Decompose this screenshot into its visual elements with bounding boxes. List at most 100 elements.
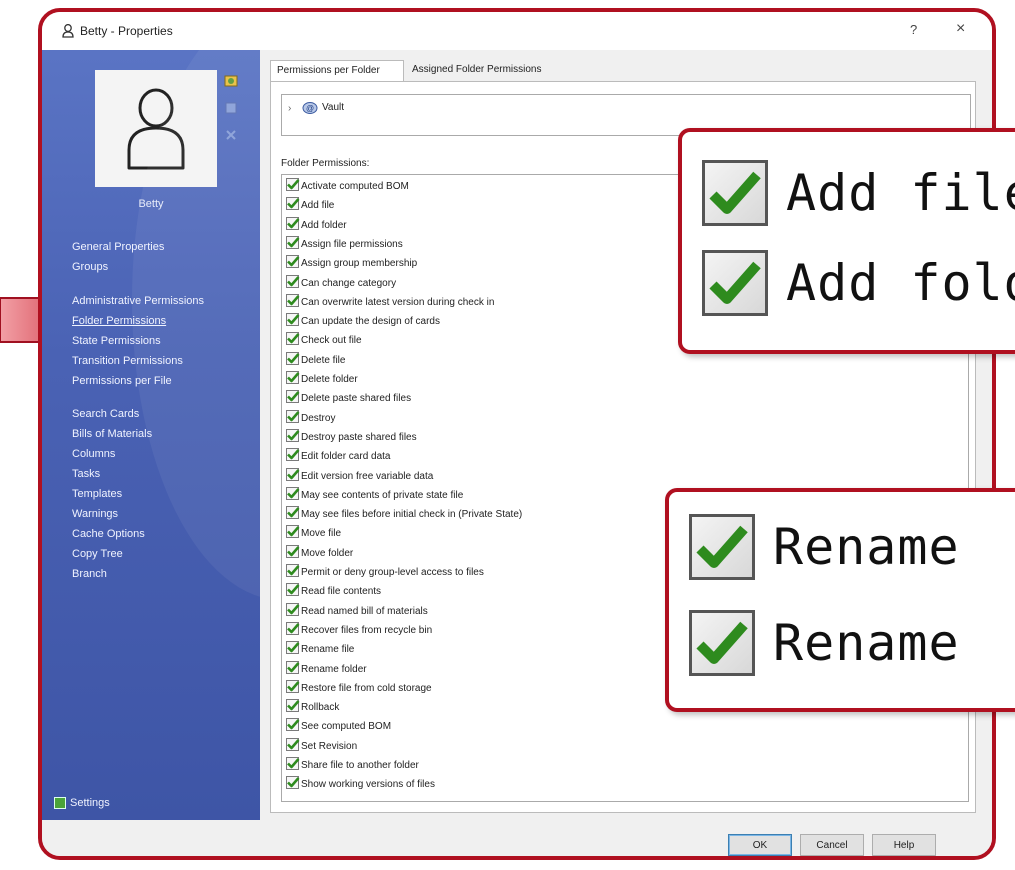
ok-button[interactable]: OK xyxy=(728,834,792,856)
sidebar-item-copy-tree[interactable]: Copy Tree xyxy=(72,548,123,560)
permission-row[interactable]: May see files before initial check in (P… xyxy=(286,506,522,522)
sidebar-item-transition-permissions[interactable]: Transition Permissions xyxy=(72,355,183,367)
sidebar-item-general-properties[interactable]: General Properties xyxy=(72,241,164,253)
checkbox-checked[interactable] xyxy=(286,351,300,365)
checkbox-checked[interactable] xyxy=(286,544,300,558)
permission-row[interactable]: Restore file from cold storage xyxy=(286,679,432,696)
chevron-right-icon[interactable]: › xyxy=(288,103,291,114)
checkbox-checked[interactable] xyxy=(286,757,300,770)
permission-label: See computed BOM xyxy=(301,721,392,733)
checkbox-checked[interactable] xyxy=(286,467,300,481)
permission-row[interactable]: Recover files from recycle bin xyxy=(286,621,432,638)
permission-row[interactable]: Read named bill of materials xyxy=(286,602,428,619)
change-picture-icon[interactable] xyxy=(224,74,238,88)
permission-row[interactable]: Move file xyxy=(286,525,341,541)
checkbox-checked[interactable] xyxy=(286,486,300,500)
sidebar-item-templates[interactable]: Templates xyxy=(72,488,122,500)
checkbox-checked[interactable] xyxy=(286,274,300,288)
permission-row[interactable]: Rename folder xyxy=(286,660,367,677)
settings-link[interactable]: Settings xyxy=(54,797,110,810)
checkbox-checked[interactable] xyxy=(286,506,300,520)
checkbox-checked[interactable] xyxy=(286,409,300,423)
checkbox-checked[interactable] xyxy=(286,525,300,539)
permission-row[interactable]: Check out file xyxy=(286,332,362,348)
checkbox-checked[interactable] xyxy=(286,679,300,693)
checkbox-checked[interactable] xyxy=(286,197,300,211)
permission-label: Destroy xyxy=(301,412,336,424)
help-button[interactable]: Help xyxy=(872,834,936,856)
permission-row[interactable]: Move folder xyxy=(286,544,353,561)
sidebar-item-warnings[interactable]: Warnings xyxy=(72,508,118,520)
checkbox-checked[interactable] xyxy=(286,255,300,269)
checkbox-checked[interactable] xyxy=(286,621,300,635)
permission-row[interactable]: Add file xyxy=(286,197,334,213)
help-icon[interactable]: ? xyxy=(910,22,917,37)
sidebar-item-columns[interactable]: Columns xyxy=(72,448,115,460)
save-picture-icon[interactable] xyxy=(224,101,238,115)
permission-row[interactable]: Rename file xyxy=(286,641,354,657)
checkbox-checked[interactable] xyxy=(286,660,300,674)
permission-row[interactable]: Can update the design of cards xyxy=(286,313,440,329)
permission-row[interactable]: Rollback xyxy=(286,699,339,715)
sidebar-item-bills-of-materials[interactable]: Bills of Materials xyxy=(72,428,152,440)
sidebar-item-state-permissions[interactable]: State Permissions xyxy=(72,335,161,347)
permission-row[interactable]: See computed BOM xyxy=(286,718,391,734)
avatar[interactable] xyxy=(95,70,217,187)
checkbox-checked[interactable] xyxy=(286,371,300,384)
tab-permissions-per-folder[interactable]: Permissions per Folder xyxy=(270,60,404,82)
permission-row[interactable]: Destroy paste shared files xyxy=(286,428,417,445)
checkbox-checked[interactable] xyxy=(286,178,300,191)
sidebar-item-branch[interactable]: Branch xyxy=(72,568,107,580)
permission-row[interactable]: May see contents of private state file xyxy=(286,486,463,503)
permission-row[interactable]: Edit folder card data xyxy=(286,448,391,464)
permission-row[interactable]: Permit or deny group-level access to fil… xyxy=(286,564,484,580)
checkbox-checked[interactable] xyxy=(286,737,300,751)
permission-row[interactable]: Edit version free variable data xyxy=(286,467,433,484)
checkbox-checked[interactable] xyxy=(286,641,300,655)
permission-row[interactable]: Show working versions of files xyxy=(286,776,435,792)
permission-row[interactable]: Delete paste shared files xyxy=(286,390,411,406)
sidebar-item-administrative-permissions[interactable]: Administrative Permissions xyxy=(72,295,204,307)
checkbox-checked-icon xyxy=(702,250,768,316)
permission-row[interactable]: Activate computed BOM xyxy=(286,178,409,194)
checkbox-checked[interactable] xyxy=(286,776,300,790)
close-icon[interactable]: × xyxy=(956,20,965,38)
permission-row[interactable]: Assign group membership xyxy=(286,255,417,271)
cancel-button[interactable]: Cancel xyxy=(800,834,864,856)
permission-row[interactable]: Share file to another folder xyxy=(286,757,419,773)
tab-assigned-folder-permissions[interactable]: Assigned Folder Permissions xyxy=(406,60,566,80)
permission-row[interactable]: Add folder xyxy=(286,216,347,233)
checkbox-checked[interactable] xyxy=(286,564,300,577)
permission-label: Add file xyxy=(301,200,335,212)
permission-row[interactable]: Destroy xyxy=(286,409,336,426)
checkbox-checked[interactable] xyxy=(286,428,300,442)
sidebar-item-folder-permissions[interactable]: Folder Permissions xyxy=(72,315,166,327)
checkbox-checked[interactable] xyxy=(286,390,300,404)
permission-row[interactable]: Read file contents xyxy=(286,583,381,599)
permission-label: Can overwrite latest version during chec… xyxy=(301,296,495,308)
checkbox-checked[interactable] xyxy=(286,602,300,616)
checkbox-checked[interactable] xyxy=(286,216,300,230)
permission-label: Move file xyxy=(301,528,342,540)
sidebar-item-tasks[interactable]: Tasks xyxy=(72,468,100,480)
permission-row[interactable]: Can change category xyxy=(286,274,396,291)
sidebar-item-permissions-per-file[interactable]: Permissions per File xyxy=(72,375,172,387)
checkbox-checked[interactable] xyxy=(286,332,300,346)
checkbox-checked[interactable] xyxy=(286,699,300,713)
permission-row[interactable]: Delete folder xyxy=(286,371,358,387)
checkbox-checked[interactable] xyxy=(286,293,300,307)
checkbox-checked[interactable] xyxy=(286,718,300,732)
checkbox-checked[interactable] xyxy=(286,235,300,249)
remove-picture-icon[interactable] xyxy=(224,128,238,142)
tree-root-label[interactable]: Vault xyxy=(322,102,344,113)
checkbox-checked[interactable] xyxy=(286,448,300,462)
permission-row[interactable]: Delete file xyxy=(286,351,345,368)
sidebar-item-cache-options[interactable]: Cache Options xyxy=(72,528,145,540)
checkbox-checked[interactable] xyxy=(286,583,300,597)
sidebar-item-groups[interactable]: Groups xyxy=(72,261,108,273)
permission-row[interactable]: Assign file permissions xyxy=(286,235,403,252)
sidebar-item-search-cards[interactable]: Search Cards xyxy=(72,408,139,420)
permission-row[interactable]: Can overwrite latest version during chec… xyxy=(286,293,495,310)
permission-row[interactable]: Set Revision xyxy=(286,737,357,754)
checkbox-checked[interactable] xyxy=(286,313,300,327)
